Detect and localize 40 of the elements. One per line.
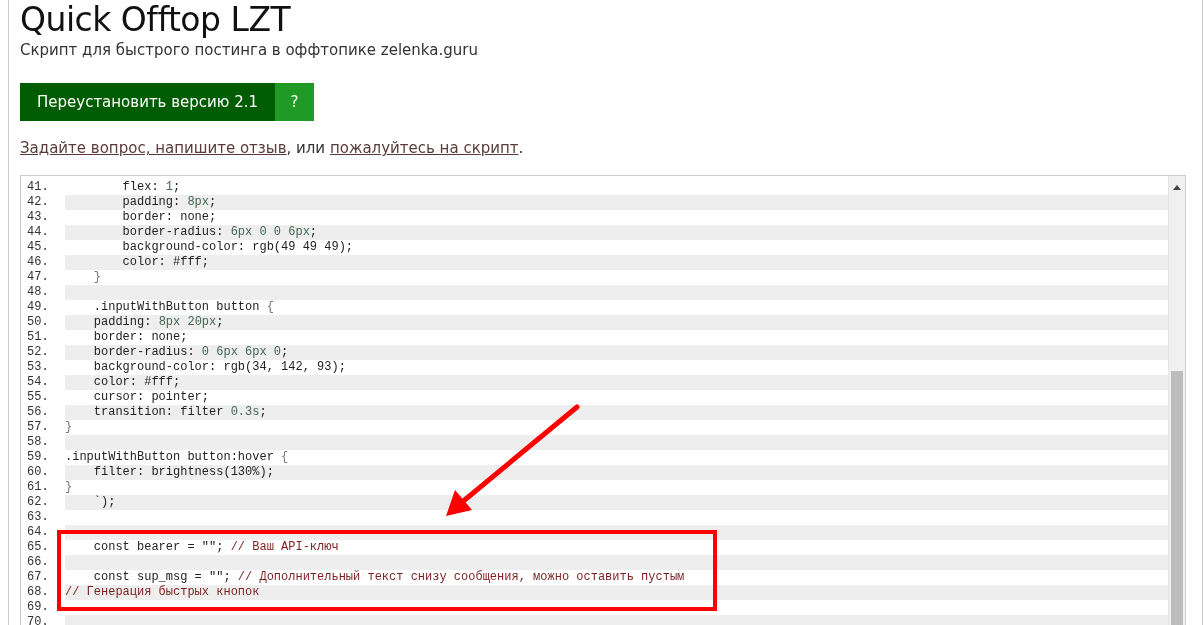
line-number: 60. — [26, 465, 50, 480]
page-subtitle: Скрипт для быстрого постинга в оффтопике zelenka.guru — [20, 41, 479, 59]
feedback-sentence: Задайте вопрос, напишите отзыв, или пожалуйтесь на скрипт. — [20, 139, 525, 157]
line-number: 52. — [26, 345, 50, 360]
line-number: 46. — [26, 255, 50, 270]
line-number: 61. — [26, 480, 50, 495]
line-number: 56. — [26, 405, 50, 420]
line-number: 47. — [26, 270, 50, 285]
line-number: 65. — [26, 540, 50, 555]
scrollbar[interactable] — [1168, 176, 1185, 625]
scroll-up-icon[interactable] — [1173, 185, 1181, 190]
line-number: 41. — [26, 180, 50, 195]
line-number: 55. — [26, 390, 50, 405]
line-number: 70. — [26, 615, 50, 625]
line-number: 53. — [26, 360, 50, 375]
line-number: 59. — [26, 450, 50, 465]
reinstall-button[interactable]: Переустановить версию 2.1 — [20, 83, 276, 121]
help-button[interactable]: ? — [275, 83, 315, 121]
line-number: 44. — [26, 225, 50, 240]
line-number: 66. — [26, 555, 50, 570]
line-number: 49. — [26, 300, 50, 315]
line-number: 69. — [26, 600, 50, 615]
feedback-link[interactable]: пожалуйтесь на скрипт — [329, 139, 519, 157]
line-number: 58. — [26, 435, 50, 450]
line-number: 45. — [26, 240, 50, 255]
line-number: 64. — [26, 525, 50, 540]
line-number: 48. — [26, 285, 50, 300]
line-number: 54. — [26, 375, 50, 390]
feedback-link[interactable]: Задайте вопрос, напишите отзыв — [20, 139, 287, 157]
scroll-thumb[interactable] — [1171, 371, 1183, 625]
line-number: 68. — [26, 585, 50, 600]
line-number: 42. — [26, 195, 50, 210]
line-number: 51. — [26, 330, 50, 345]
line-number: 50. — [26, 315, 50, 330]
line-number: 57. — [26, 420, 50, 435]
line-number: 62. — [26, 495, 50, 510]
line-number: 43. — [26, 210, 50, 225]
page-title: Quick Offtop LZT — [20, 0, 292, 40]
line-number: 67. — [26, 570, 50, 585]
line-number: 63. — [26, 510, 50, 525]
